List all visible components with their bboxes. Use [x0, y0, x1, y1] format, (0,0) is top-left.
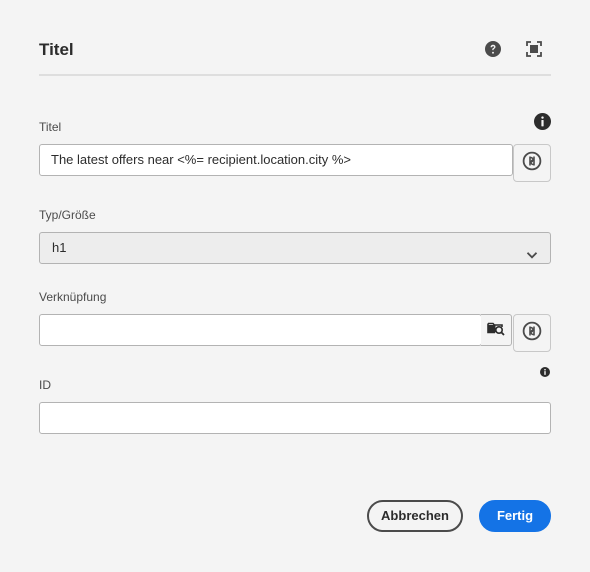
info-icon[interactable] [540, 367, 550, 377]
help-icon[interactable] [484, 40, 502, 58]
cancel-button[interactable]: Abbrechen [367, 500, 463, 532]
title-properties-dialog: Titel Titel The latest offers near <%= r… [0, 0, 590, 572]
link-input[interactable] [39, 314, 482, 346]
type-size-label: Typ/Größe [39, 208, 96, 222]
dialog-header: Titel [39, 36, 551, 76]
type-size-select[interactable]: h1 [39, 232, 551, 264]
title-input[interactable]: The latest offers near <%= recipient.loc… [39, 144, 513, 176]
id-label: ID [39, 378, 51, 392]
personalization-button-title[interactable] [513, 144, 551, 182]
personalization-icon [522, 151, 542, 176]
personalization-icon [522, 321, 542, 346]
title-field-label: Titel [39, 120, 62, 134]
chevron-down-icon [526, 242, 538, 259]
browse-folder-icon [487, 320, 505, 341]
info-icon[interactable] [534, 113, 551, 130]
link-label: Verknüpfung [39, 290, 107, 304]
personalization-button-link[interactable] [513, 314, 551, 352]
dialog-title: Titel [39, 40, 74, 59]
done-button[interactable]: Fertig [479, 500, 551, 532]
fullscreen-icon[interactable] [525, 40, 543, 58]
id-input[interactable] [39, 402, 551, 434]
browse-button[interactable] [481, 314, 512, 346]
type-size-value: h1 [52, 240, 67, 255]
